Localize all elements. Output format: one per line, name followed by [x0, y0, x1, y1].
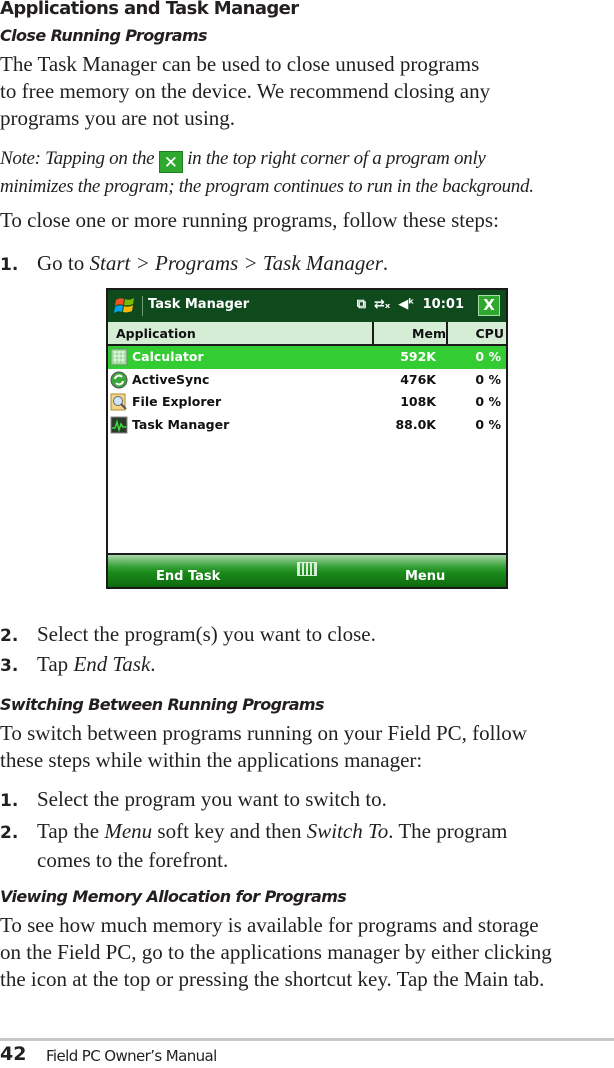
speaker-muted-icon[interactable]: ◀ᵏ — [398, 297, 414, 312]
softkey-reference: End Task — [73, 652, 151, 676]
text-line: To switch between programs running on yo… — [0, 721, 527, 745]
text-line: programs you are not using. — [0, 106, 236, 130]
section-title-close: Close Running Programs — [0, 26, 208, 45]
title-bar: Task Manager ⧉ ⇄ₓ ◀ᵏ 10:01 X — [108, 290, 506, 322]
program-name: File Explorer — [132, 394, 222, 409]
step-text: comes to the forefront. — [37, 848, 229, 872]
column-mem[interactable]: Mem — [374, 326, 446, 341]
close-button[interactable]: X — [478, 295, 500, 316]
window-title: Task Manager — [148, 297, 250, 312]
step-item: 1. Go to Start > Programs > Task Manager. — [0, 250, 388, 279]
program-name: ActiveSync — [132, 371, 210, 387]
clock[interactable]: 10:01 — [423, 297, 464, 312]
column-cpu[interactable]: CPU — [448, 326, 505, 341]
task-manager-icon — [110, 416, 128, 433]
step-text: Select the program you want to switch to… — [37, 787, 387, 811]
program-cpu: 0 % — [475, 371, 501, 387]
program-cpu: 0 % — [475, 394, 501, 409]
program-row[interactable]: File Explorer 108K 0 % — [108, 391, 506, 414]
program-row[interactable]: Task Manager 88.0K 0 % — [108, 414, 506, 437]
text-line: these steps while within the application… — [0, 748, 423, 772]
column-headers: Application Mem CPU — [108, 322, 506, 346]
windows-start-icon[interactable] — [114, 295, 136, 317]
column-application[interactable]: Application — [116, 326, 196, 341]
step-number: 1. — [0, 255, 19, 275]
note-text: Note: Tapping on the — [0, 148, 155, 169]
note-text: in the top right corner of a program onl… — [187, 148, 486, 169]
section-title-switch: Switching Between Running Programs — [0, 695, 325, 714]
footer-divider — [0, 1038, 614, 1041]
text-line: on the Field PC, go to the applications … — [0, 940, 552, 964]
step-item: 2. Tap the Menu soft key and then Switch … — [0, 818, 507, 874]
step-number: 3. — [0, 656, 19, 676]
program-cpu: 0 % — [475, 349, 501, 364]
status-icons: ⧉ ⇄ₓ ◀ᵏ 10:01 — [357, 297, 464, 312]
step-text: Select the program(s) you want to close. — [37, 622, 376, 646]
program-name: Calculator — [132, 349, 204, 364]
step-number: 1. — [0, 791, 19, 811]
step-item: 2. Select the program(s) you want to clos… — [0, 621, 376, 650]
end-task-softkey[interactable]: End Task — [156, 569, 220, 584]
activesync-icon — [110, 371, 128, 388]
program-mem: 592K — [400, 349, 436, 364]
step-item: 3. Tap End Task. — [0, 651, 156, 680]
program-cpu: 0 % — [475, 416, 501, 432]
step-number: 2. — [0, 626, 19, 646]
softkey-reference: Menu — [104, 819, 153, 843]
menu-item-reference: Switch To — [306, 819, 389, 843]
note-text: minimizes the program; the program conti… — [0, 176, 534, 197]
program-row[interactable]: Calculator 592K 0 % — [108, 346, 506, 369]
program-mem: 88.0K — [395, 416, 436, 432]
switch-intro: To switch between programs running on yo… — [0, 720, 527, 774]
menu-path: Start > Programs > Task Manager — [89, 251, 383, 275]
footer-title: Field PC Owner’s Manual — [46, 1047, 217, 1065]
section-title-memory: Viewing Memory Allocation for Programs — [0, 887, 347, 906]
text-line: to free memory on the device. We recomme… — [0, 79, 491, 103]
step-item: 1. Select the program you want to switch … — [0, 786, 387, 815]
memory-text: To see how much memory is available for … — [0, 912, 552, 993]
close-x-icon: ✕ — [158, 151, 183, 173]
close-intro: The Task Manager can be used to close un… — [0, 51, 490, 132]
page-heading: Applications and Task Manager — [0, 0, 299, 19]
connectivity-icon[interactable]: ⧉ — [357, 297, 366, 312]
file-explorer-icon — [110, 393, 127, 411]
steps-intro: To close one or more running programs, f… — [0, 208, 499, 232]
softkey-bar: End Task Menu — [108, 553, 506, 587]
text-line: To see how much memory is available for … — [0, 913, 539, 937]
keyboard-icon[interactable] — [297, 562, 317, 576]
step-text: Tap — [37, 652, 74, 676]
program-list: Calculator 592K 0 % ActiveSync 476K 0 % … — [108, 346, 506, 436]
network-x-icon[interactable]: ⇄ₓ — [374, 297, 390, 312]
calculator-icon — [110, 348, 128, 366]
step-text: Tap the — [37, 819, 105, 843]
step-text: . The program — [388, 819, 508, 843]
program-row[interactable]: ActiveSync 476K 0 % — [108, 369, 506, 392]
step-text: Go to — [37, 251, 90, 275]
program-mem: 108K — [400, 394, 436, 409]
menu-softkey[interactable]: Menu — [405, 569, 445, 584]
page-number: 42 — [0, 1043, 27, 1065]
program-mem: 476K — [400, 371, 436, 387]
task-manager-screenshot: Task Manager ⧉ ⇄ₓ ◀ᵏ 10:01 X Application… — [106, 288, 508, 589]
text-line: the icon at the top or pressing the shor… — [0, 967, 545, 991]
title-separator — [142, 296, 143, 316]
note: Note: Tapping on the ✕ in the top right … — [0, 145, 534, 200]
step-number: 2. — [0, 823, 19, 843]
program-name: Task Manager — [132, 416, 230, 432]
step-text: . — [150, 652, 156, 676]
step-text: . — [382, 251, 389, 275]
text-line: The Task Manager can be used to close un… — [0, 52, 480, 76]
step-text: soft key and then — [152, 819, 307, 843]
